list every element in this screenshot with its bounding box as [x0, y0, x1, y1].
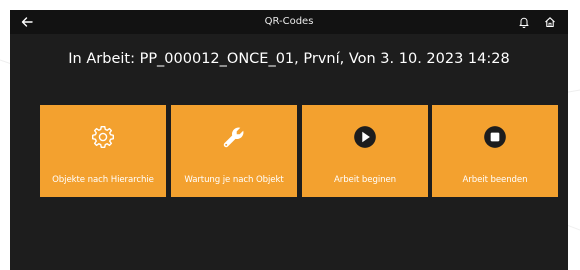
tile-label: Arbeit beginen: [333, 175, 396, 185]
tile-label: Objekte nach Hierarchie: [52, 175, 154, 185]
action-tiles: Objekte nach Hierarchie Wartung je nach …: [40, 105, 558, 197]
app-screen: QR-Codes In Arbeit: PP_000012_ONCE_01, P…: [10, 10, 568, 270]
gear-icon: [92, 126, 114, 148]
home-icon: [545, 17, 555, 28]
page-title: QR-Codes: [264, 16, 314, 27]
tile-start-work[interactable]: Arbeit beginen: [302, 105, 428, 197]
play-circle-icon: [354, 126, 376, 148]
tile-end-work[interactable]: Arbeit beenden: [432, 105, 558, 197]
tile-objects-by-hierarchy[interactable]: Objekte nach Hierarchie: [40, 105, 166, 197]
work-status-text: In Arbeit: PP_000012_ONCE_01, První, Von…: [68, 51, 510, 67]
tile-label: Arbeit beenden: [462, 175, 528, 185]
bell-icon: [519, 17, 529, 28]
tile-maintenance-by-object[interactable]: Wartung je nach Objekt: [171, 105, 297, 197]
wrench-icon: [223, 127, 244, 148]
stop-circle-icon: [484, 126, 506, 148]
top-bar: QR-Codes: [10, 10, 568, 34]
notifications-button[interactable]: [516, 14, 532, 30]
home-button[interactable]: [542, 14, 558, 30]
tile-label: Wartung je nach Objekt: [184, 175, 284, 185]
